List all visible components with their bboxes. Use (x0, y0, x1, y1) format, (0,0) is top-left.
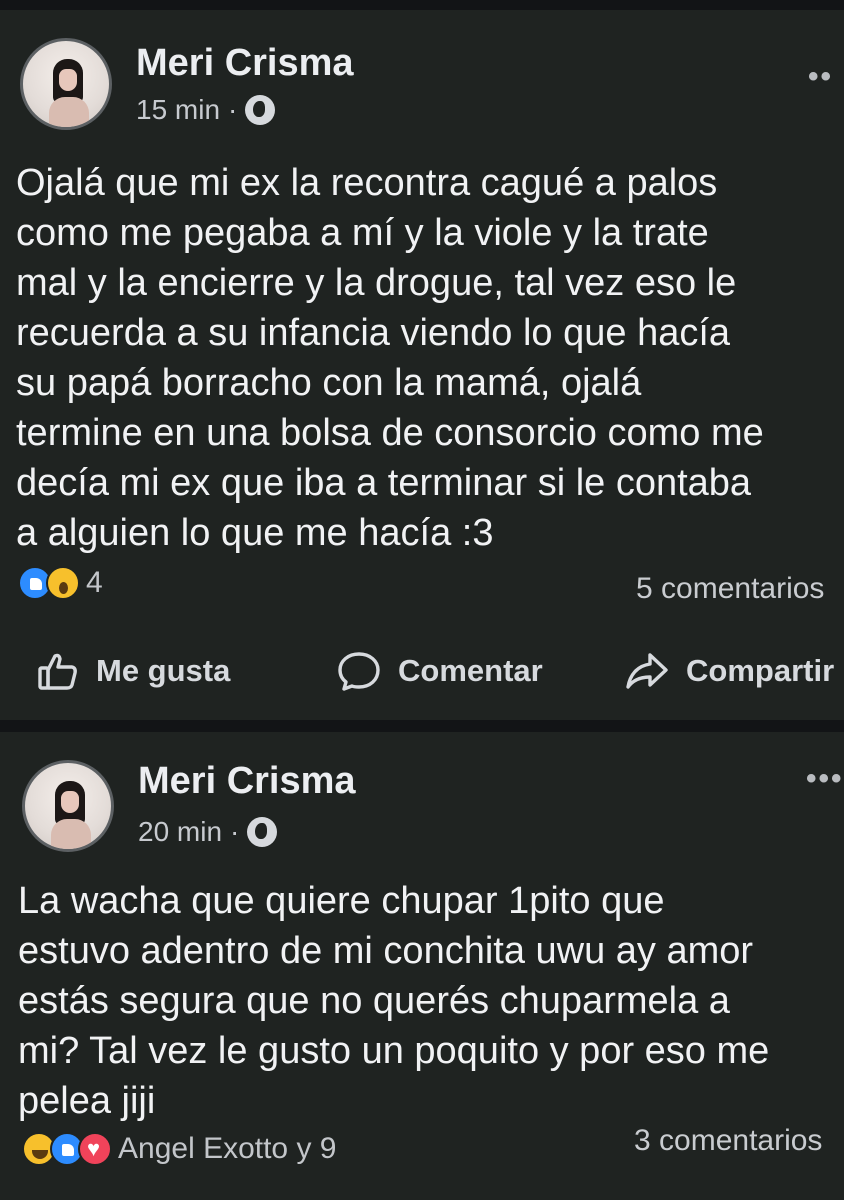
globe-icon (247, 817, 278, 847)
like-button[interactable]: Me gusta (36, 636, 230, 706)
reaction-count: 4 (86, 566, 103, 599)
author-name[interactable]: Meri Crisma (136, 42, 354, 85)
post-time[interactable]: 15 min (136, 94, 220, 126)
thumbs-up-icon (38, 653, 77, 690)
reaction-count[interactable]: Angel Exotto y 9 (118, 1132, 336, 1166)
post-card: Meri Crisma 20 min · ••• La wacha que qu… (0, 732, 844, 1200)
reactions-summary[interactable]: 4 (18, 566, 103, 600)
love-icon (78, 1132, 112, 1166)
post-text: Ojalá que mi ex la recontra cagué a palo… (16, 162, 764, 554)
share-label: Compartir (686, 653, 835, 688)
meta-separator: · (230, 816, 240, 847)
post-card: Meri Crisma 15 min · •• Ojalá que mi ex … (0, 10, 844, 720)
globe-icon (245, 95, 276, 125)
author-avatar[interactable] (22, 760, 114, 852)
like-label: Me gusta (96, 653, 231, 688)
comment-bubble-icon (338, 652, 380, 691)
more-dots-icon[interactable]: ••• (806, 762, 844, 796)
share-button[interactable]: Compartir (624, 636, 834, 706)
comments-count[interactable]: 5 comentarios (636, 572, 824, 606)
comment-label: Comentar (398, 653, 543, 688)
reactions-summary[interactable]: Angel Exotto y 9 (22, 1132, 336, 1166)
post-time[interactable]: 20 min (138, 816, 222, 848)
action-bar: Me gusta Comentar Compartir (0, 636, 844, 706)
share-arrow-icon (626, 653, 668, 689)
more-dots-icon[interactable]: •• (808, 60, 833, 94)
comment-button[interactable]: Comentar (336, 636, 543, 706)
meta-separator: · (228, 94, 238, 125)
post-meta: 15 min · (136, 94, 276, 126)
comments-count[interactable]: 3 comentarios (634, 1124, 822, 1158)
post-meta: 20 min · (138, 816, 278, 848)
author-avatar[interactable] (20, 38, 112, 130)
wow-icon (46, 566, 80, 600)
author-name[interactable]: Meri Crisma (138, 760, 356, 803)
post-text: La wacha que quiere chupar 1pito que est… (18, 880, 770, 1122)
